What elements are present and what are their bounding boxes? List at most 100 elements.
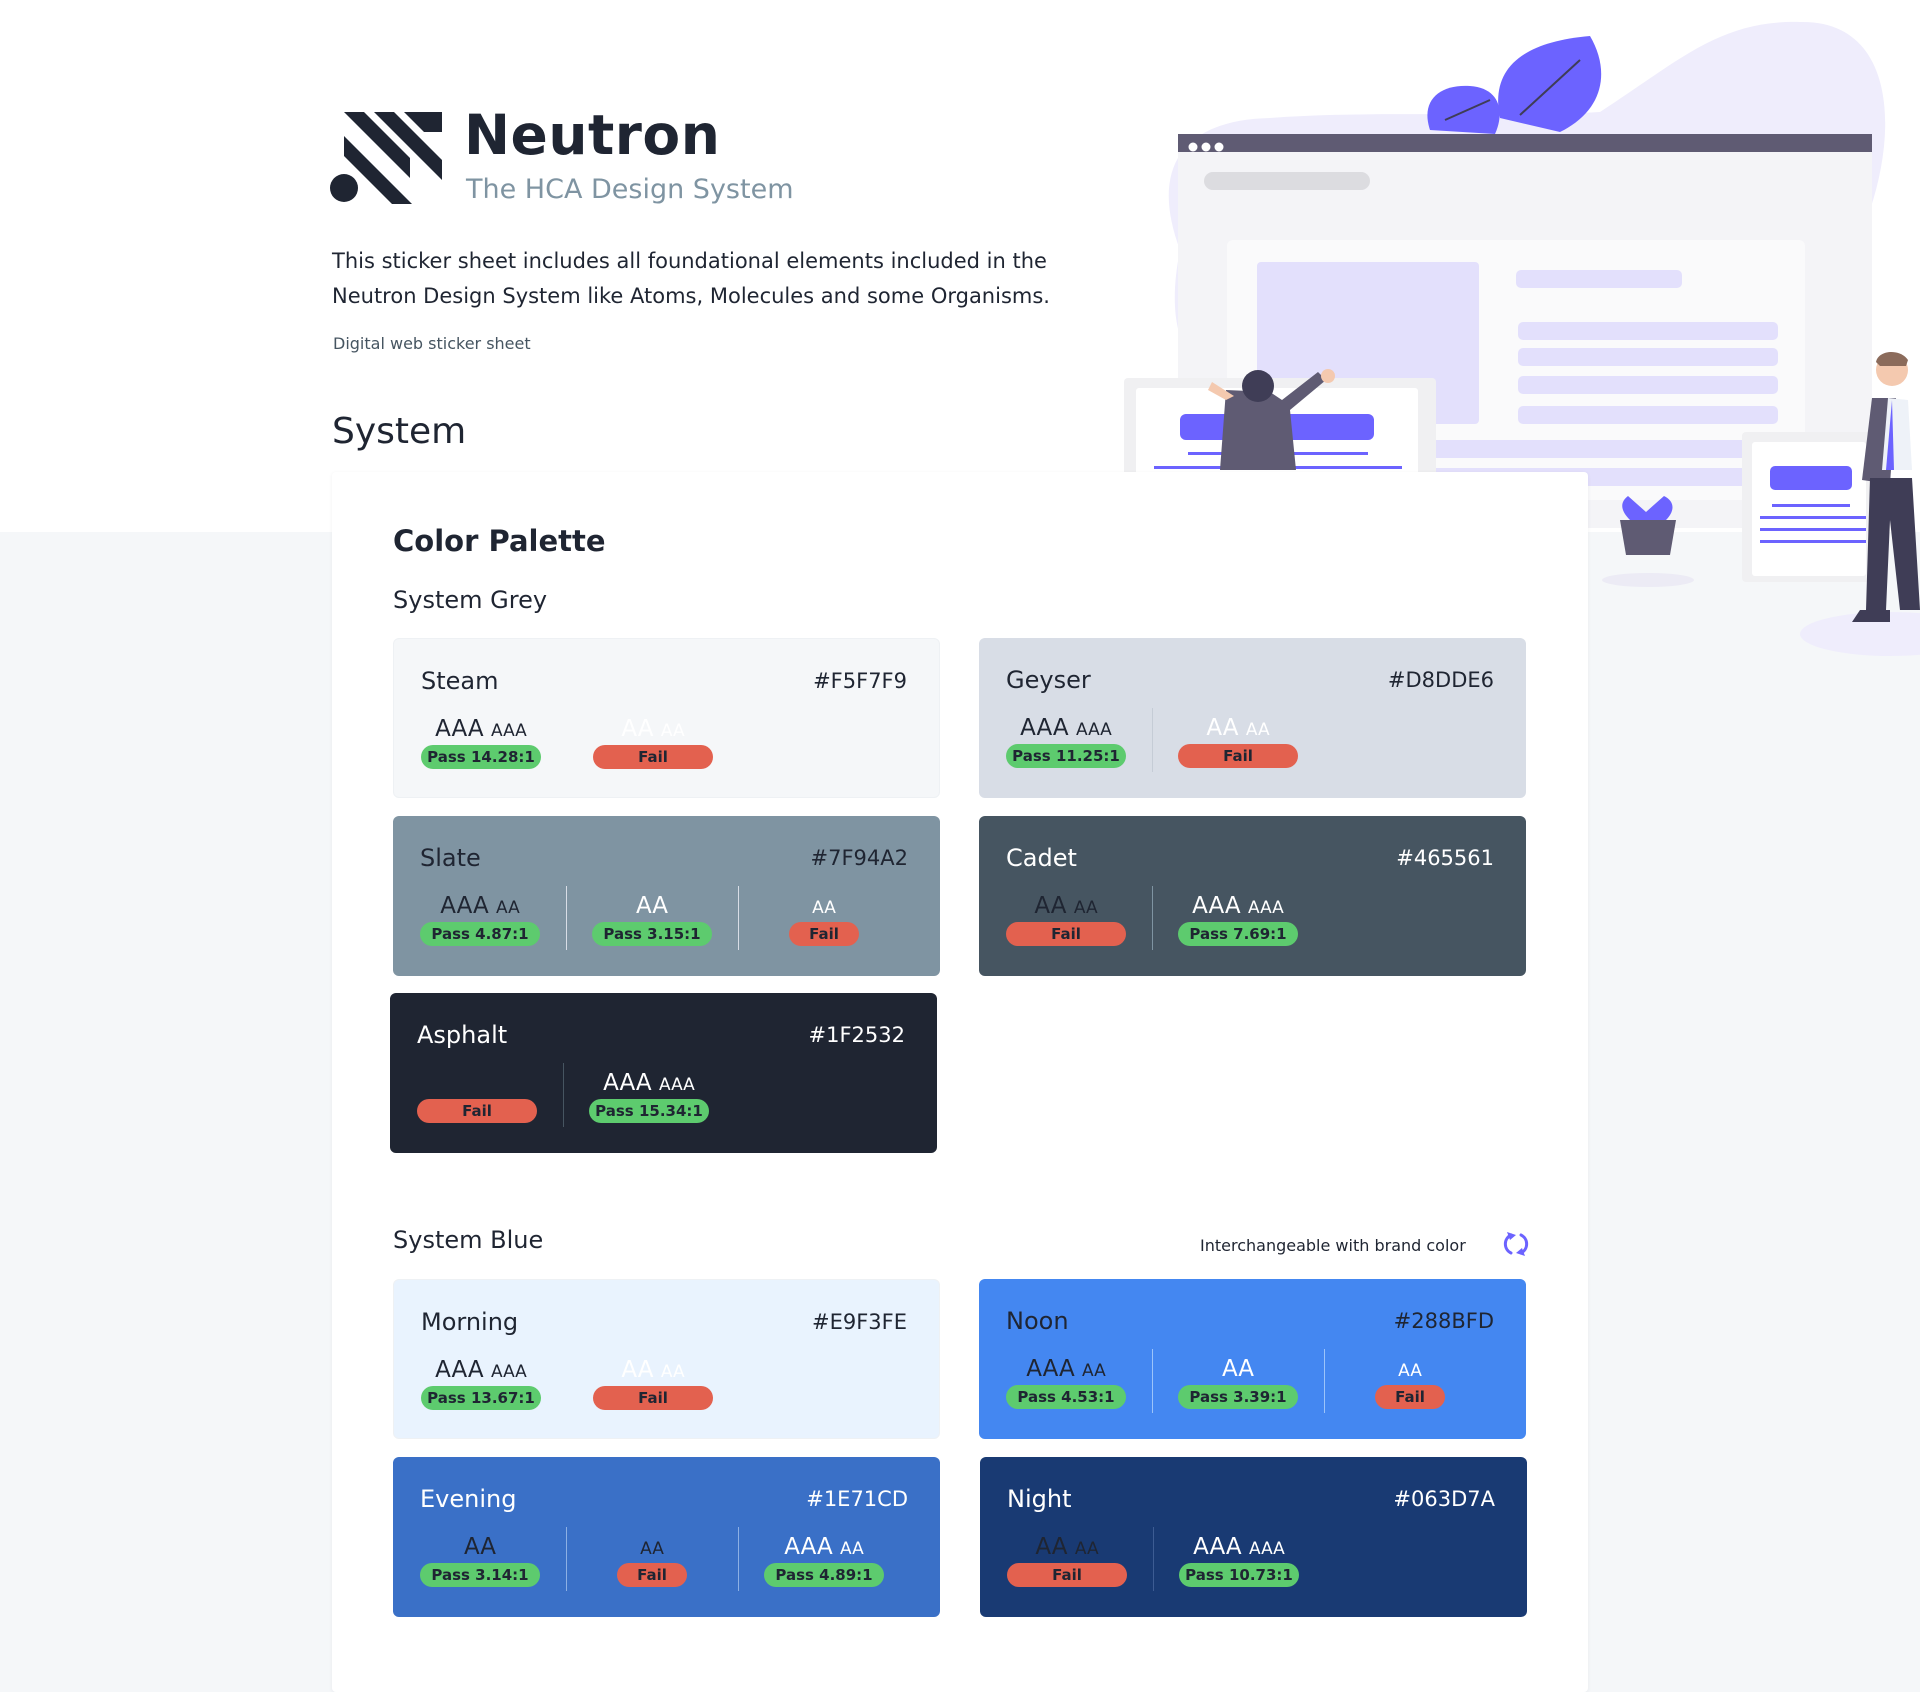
rating-large-text: AAA: [1026, 1356, 1075, 1382]
color-name: Morning: [421, 1308, 519, 1336]
contrast-rating: AAA AA: [764, 1531, 884, 1563]
contrast-column: AAA AAA Pass 15.34:1: [589, 1067, 709, 1131]
contrast-column: AAA AA Pass 4.87:1: [420, 890, 540, 954]
contrast-column: AA AA Fail: [593, 713, 713, 777]
rating-large-text: AA: [621, 716, 654, 742]
color-name: Asphalt: [417, 1021, 508, 1049]
rating-small-text: AA: [1398, 1361, 1422, 1381]
contrast-rating: AAA AA: [1006, 1353, 1126, 1385]
contrast-rating: AAA AAA: [1179, 1531, 1299, 1563]
color-hex: #F5F7F9: [813, 669, 907, 693]
rating-large-text: AA: [1221, 1356, 1255, 1382]
color-card-geyser[interactable]: Geyser #D8DDE6 AAA AAA Pass 11.25:1 AA AA Fai…: [979, 638, 1526, 798]
rating-small-text: AAA: [1247, 898, 1284, 918]
color-name: Noon: [1006, 1307, 1069, 1335]
contrast-column: AA Fail: [1350, 1353, 1470, 1417]
pass-badge: Pass 7.69:1: [1178, 922, 1298, 946]
color-hex: #288BFD: [1393, 1309, 1494, 1333]
color-card-steam[interactable]: Steam #F5F7F9 AAA AAA Pass 14.28:1 AA AA Fail: [393, 638, 940, 798]
contrast-column: AA Fail: [592, 1531, 712, 1595]
contrast-rating: AA: [764, 890, 884, 922]
color-card-cadet[interactable]: Cadet #465561 AA AA Fail AAA AAA Pass 7.69:1: [979, 816, 1526, 976]
column-divider: [1153, 1527, 1154, 1591]
contrast-column: AAA AAA Pass 14.28:1: [421, 713, 541, 777]
contrast-column: AA AA Fail: [1007, 1531, 1127, 1595]
color-card-morning[interactable]: Morning #E9F3FE AAA AAA Pass 13.67:1 AA AA Fa…: [393, 1279, 940, 1439]
contrast-column: AA AA Fail: [1006, 890, 1126, 954]
rating-large-text: AA: [635, 893, 669, 919]
contrast-rating: AA: [592, 1531, 712, 1563]
column-divider: [563, 1063, 564, 1127]
color-hex: #1F2532: [808, 1023, 905, 1047]
pass-badge: Pass 4.53:1: [1006, 1385, 1126, 1409]
rating-large-text: AAA: [435, 1357, 484, 1383]
swap-icon[interactable]: [1502, 1230, 1530, 1258]
rating-large-text: AAA: [1020, 715, 1069, 741]
brand-name: Neutron: [464, 103, 721, 167]
contrast-rating: AAA AA: [420, 890, 540, 922]
rating-large-text: AAA: [435, 716, 484, 742]
pass-badge: Pass 3.14:1: [420, 1563, 540, 1587]
contrast-column: AAA AA Pass 4.89:1: [764, 1531, 884, 1595]
contrast-column: AA AA Fail: [593, 1354, 713, 1418]
column-divider: [566, 886, 567, 950]
color-name: Evening: [420, 1485, 517, 1513]
rating-large-text: AAA: [784, 1534, 833, 1560]
contrast-column: AA Fail: [764, 890, 884, 954]
column-divider: [738, 1527, 739, 1591]
fail-badge: Fail: [593, 745, 713, 769]
contrast-column: AA AA Fail: [1178, 712, 1298, 776]
pass-badge: Pass 11.25:1: [1006, 744, 1126, 768]
color-card-noon[interactable]: Noon #288BFD AAA AA Pass 4.53:1 AA Pass 3.39…: [979, 1279, 1526, 1439]
fail-badge: Fail: [593, 1386, 713, 1410]
color-card-night[interactable]: Night #063D7A AA AA Fail AAA AAA Pass 10.73:1: [980, 1457, 1527, 1617]
rating-small-text: AA: [496, 898, 520, 918]
pass-badge: Pass 15.34:1: [589, 1099, 709, 1123]
pass-badge: Pass 14.28:1: [421, 745, 541, 769]
contrast-rating: AA: [1178, 1353, 1298, 1385]
rating-small-text: AAA: [490, 1362, 527, 1382]
color-name: Geyser: [1006, 666, 1091, 694]
contrast-rating: AAA AAA: [1006, 712, 1126, 744]
rating-small-text: AA: [1082, 1361, 1106, 1381]
contrast-rating: AA: [1350, 1353, 1470, 1385]
column-divider: [738, 886, 739, 950]
rating-small-text: AA: [840, 1539, 864, 1559]
contrast-rating: AAA AAA: [1178, 890, 1298, 922]
rating-large-text: AA: [1035, 1534, 1068, 1560]
color-card-evening[interactable]: Evening #1E71CD AA Pass 3.14:1 AA Fail AAA A…: [393, 1457, 940, 1617]
rating-large-text: AAA: [1193, 1534, 1242, 1560]
fail-badge: Fail: [1006, 922, 1126, 946]
fail-badge: Fail: [1178, 744, 1298, 768]
contrast-column: AAA AAA Pass 7.69:1: [1178, 890, 1298, 954]
contrast-column: AA Pass 3.15:1: [592, 890, 712, 954]
contrast-rating: AAA AAA: [421, 1354, 541, 1386]
color-card-slate[interactable]: Slate #7F94A2 AAA AA Pass 4.87:1 AA Pass 3.1…: [393, 816, 940, 976]
intro-line: Neutron Design System like Atoms, Molecu…: [332, 284, 1050, 308]
contrast-rating: AA AA: [1178, 712, 1298, 744]
system-heading: System: [332, 411, 467, 452]
group-title-system-grey: System Grey: [393, 586, 548, 614]
contrast-rating: AA: [420, 1531, 540, 1563]
pass-badge: Pass 3.39:1: [1178, 1385, 1298, 1409]
color-hex: #E9F3FE: [811, 1310, 907, 1334]
contrast-rating: [417, 1067, 537, 1099]
brand-tagline: The HCA Design System: [466, 174, 794, 205]
pass-badge: Pass 3.15:1: [592, 922, 712, 946]
rating-small-text: AA: [660, 721, 685, 741]
contrast-column: AA Pass 3.14:1: [420, 1531, 540, 1595]
contrast-rating: AA AA: [593, 713, 713, 745]
rating-large-text: AAA: [440, 893, 489, 919]
contrast-rating: AAA AAA: [421, 713, 541, 745]
color-card-asphalt[interactable]: Asphalt #1F2532 Fail AAA AAA Pass 15.34:1: [390, 993, 937, 1153]
fail-badge: Fail: [617, 1563, 687, 1587]
color-hex: #7F94A2: [810, 846, 908, 870]
contrast-column: AAA AAA Pass 11.25:1: [1006, 712, 1126, 776]
pass-badge: Pass 4.87:1: [420, 922, 540, 946]
rating-small-text: AAA: [1075, 720, 1112, 740]
intro-line: This sticker sheet includes all foundati…: [332, 249, 1047, 273]
color-hex: #063D7A: [1393, 1487, 1495, 1511]
column-divider: [1152, 886, 1153, 950]
neutron-logo-icon: [330, 112, 442, 204]
color-name: Night: [1007, 1485, 1072, 1513]
